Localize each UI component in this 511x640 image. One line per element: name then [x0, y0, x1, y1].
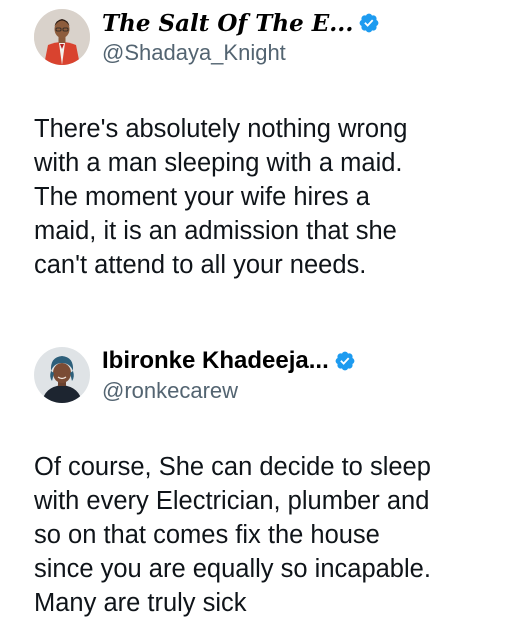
woman-in-headwrap-avatar-icon — [34, 347, 90, 403]
name-row: Ibironke Khadeeja... — [102, 346, 356, 376]
avatar[interactable] — [34, 347, 90, 403]
handle[interactable]: @ronkecarew — [102, 378, 356, 404]
tweet-text: Of course, She can decide to sleep with … — [34, 453, 431, 617]
avatar[interactable] — [34, 9, 90, 65]
tweet-header: Ibironke Khadeeja... @ronkecarew — [34, 343, 356, 407]
display-name[interactable]: The Salt Of The E... — [102, 10, 353, 37]
tweet-header: The Salt Of The E... @Shadaya_Knight — [34, 5, 380, 69]
user-names: Ibironke Khadeeja... @ronkecarew — [102, 346, 356, 404]
display-name[interactable]: Ibironke Khadeeja... — [102, 347, 329, 375]
handle[interactable]: @Shadaya_Knight — [102, 40, 380, 66]
man-in-red-suit-avatar-icon — [34, 9, 90, 65]
user-names: The Salt Of The E... @Shadaya_Knight — [102, 8, 380, 66]
verified-badge-icon — [359, 13, 379, 33]
tweet-text: There's absolutely nothing wrong with a … — [34, 115, 408, 279]
name-row: The Salt Of The E... — [102, 8, 380, 38]
verified-badge-icon — [335, 351, 355, 371]
